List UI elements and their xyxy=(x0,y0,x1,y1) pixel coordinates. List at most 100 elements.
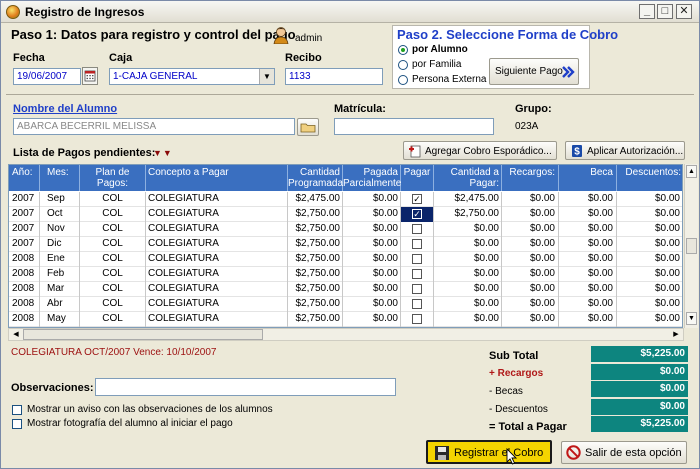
cell-pagar[interactable] xyxy=(401,312,434,327)
cell-cantidad: $0.00 xyxy=(434,267,502,282)
table-row[interactable]: 2008 Ene COL COLEGIATURA $2,750.00 $0.00 $0.00… xyxy=(9,252,682,267)
cell-pagar[interactable] xyxy=(401,222,434,237)
checkbox-icon[interactable] xyxy=(412,299,422,309)
col-parcial[interactable]: Pagada Parcialmente xyxy=(343,165,401,191)
cell-mes: Dic xyxy=(40,237,80,252)
cell-pagar[interactable] xyxy=(401,297,434,312)
cell-mes: Mar xyxy=(40,282,80,297)
add-document-icon xyxy=(408,144,422,161)
cell-programada: $2,750.00 xyxy=(288,297,343,312)
hscroll-thumb[interactable] xyxy=(23,329,263,340)
cell-descuentos: $0.00 xyxy=(617,282,682,297)
cell-cantidad: $0.00 xyxy=(434,282,502,297)
radio-por-familia[interactable] xyxy=(398,60,408,70)
checkbox-icon[interactable] xyxy=(412,224,422,234)
cell-anio: 2008 xyxy=(9,312,40,327)
agregar-cobro-button[interactable]: Agregar Cobro Esporádico... xyxy=(403,141,557,160)
scroll-left-icon[interactable]: ◀ xyxy=(10,329,22,340)
scroll-right-icon[interactable]: ▶ xyxy=(670,329,682,340)
col-plan[interactable]: Plan de Pagos: xyxy=(80,165,146,191)
nombre-alumno-input[interactable]: ABARCA BECERRIL MELISSA xyxy=(13,118,295,135)
checked-checkbox-icon[interactable]: ✓ xyxy=(412,209,422,219)
scroll-up-icon[interactable]: ▲ xyxy=(686,165,697,178)
mouse-cursor-icon xyxy=(506,447,518,468)
table-row[interactable]: 2008 Feb COL COLEGIATURA $2,750.00 $0.00 $0.00… xyxy=(9,267,682,282)
recibo-input[interactable]: 1133 xyxy=(285,68,383,85)
checked-checkbox-icon[interactable]: ✓ xyxy=(412,194,422,204)
checkbox-icon[interactable] xyxy=(412,314,422,324)
checkbox-aviso[interactable] xyxy=(12,405,22,415)
registrar-cobro-button[interactable]: Registrar el Cobro xyxy=(426,440,552,465)
cell-anio: 2007 xyxy=(9,222,40,237)
cell-pagar[interactable] xyxy=(401,267,434,282)
col-recargos[interactable]: Recargos: xyxy=(502,165,559,191)
col-beca[interactable]: Beca xyxy=(559,165,617,191)
descuentos-value: $0.00 xyxy=(591,399,688,415)
col-pagar[interactable]: Pagar xyxy=(401,165,434,191)
col-anio[interactable]: Año: xyxy=(9,165,40,191)
minimize-icon[interactable]: _ xyxy=(639,4,655,19)
cell-anio: 2007 xyxy=(9,192,40,207)
cell-descuentos: $0.00 xyxy=(617,252,682,267)
table-row[interactable]: 2007 Oct COL COLEGIATURA $2,750.00 $0.00 ✓ $2,7… xyxy=(9,207,682,222)
cell-pagar[interactable] xyxy=(401,237,434,252)
cell-pagar[interactable] xyxy=(401,282,434,297)
cell-programada: $2,750.00 xyxy=(288,312,343,327)
close-icon[interactable]: ✕ xyxy=(676,4,692,19)
calendar-icon[interactable] xyxy=(82,67,98,85)
checkbox-icon[interactable] xyxy=(412,284,422,294)
aplicar-autorizacion-button[interactable]: $ Aplicar Autorización... xyxy=(565,141,685,160)
cell-recargos: $0.00 xyxy=(502,297,559,312)
col-descuentos[interactable]: Descuentos: xyxy=(617,165,682,191)
matricula-input[interactable] xyxy=(334,118,494,135)
col-programada[interactable]: Cantidad Programada xyxy=(288,165,343,191)
cell-programada: $2,750.00 xyxy=(288,207,343,222)
scroll-thumb[interactable] xyxy=(686,238,697,254)
save-icon xyxy=(434,445,450,464)
cell-recargos: $0.00 xyxy=(502,252,559,267)
collapse-arrows-icon[interactable]: ▼▼ xyxy=(153,148,173,158)
chevron-down-icon[interactable]: ▼ xyxy=(259,69,274,84)
cell-pagar[interactable]: ✓ xyxy=(401,207,434,222)
cell-pagar[interactable]: ✓ xyxy=(401,192,434,207)
table-row[interactable]: 2007 Dic COL COLEGIATURA $2,750.00 $0.00 $0.00… xyxy=(9,237,682,252)
fecha-input[interactable]: 19/06/2007 xyxy=(13,68,81,85)
salir-button[interactable]: Salir de esta opción xyxy=(561,441,687,464)
aplicar-autorizacion-label: Aplicar Autorización... xyxy=(587,146,684,157)
horizontal-scrollbar[interactable]: ◀ ▶ xyxy=(8,328,684,341)
table-row[interactable]: 2007 Nov COL COLEGIATURA $2,750.00 $0.00 $0.00… xyxy=(9,222,682,237)
radio-persona-externa[interactable] xyxy=(398,75,408,85)
table-row[interactable]: 2008 Abr COL COLEGIATURA $2,750.00 $0.00 $0.00… xyxy=(9,297,682,312)
cell-mes: Oct xyxy=(40,207,80,222)
table-row[interactable]: 2008 Mar COL COLEGIATURA $2,750.00 $0.00 $0.00… xyxy=(9,282,682,297)
cell-programada: $2,750.00 xyxy=(288,282,343,297)
cell-parcial: $0.00 xyxy=(343,312,401,327)
checkbox-icon[interactable] xyxy=(412,269,422,279)
siguiente-pago-button[interactable]: Siguiente Pago xyxy=(489,58,579,85)
cell-mes: Abr xyxy=(40,297,80,312)
descuentos-label: - Descuentos xyxy=(489,404,548,415)
cell-mes: Feb xyxy=(40,267,80,282)
maximize-icon[interactable]: □ xyxy=(657,4,673,19)
checkbox-icon[interactable] xyxy=(412,239,422,249)
table-row[interactable]: 2008 May COL COLEGIATURA $2,750.00 $0.00 $0.00… xyxy=(9,312,682,327)
col-mes[interactable]: Mes: xyxy=(40,165,80,191)
cell-anio: 2007 xyxy=(9,207,40,222)
observaciones-input[interactable] xyxy=(95,378,396,396)
cell-programada: $2,750.00 xyxy=(288,267,343,282)
cell-mes: Nov xyxy=(40,222,80,237)
window-title: Registro de Ingresos xyxy=(25,5,145,19)
table-row[interactable]: 2007 Sep COL COLEGIATURA $2,475.00 $0.00 ✓ $2,4… xyxy=(9,192,682,207)
checkbox-icon[interactable] xyxy=(412,254,422,264)
col-cantidad[interactable]: Cantidad a Pagar: xyxy=(434,165,502,191)
search-student-button[interactable] xyxy=(297,118,319,136)
col-concepto[interactable]: Concepto a Pagar xyxy=(146,165,288,191)
vertical-scrollbar[interactable]: ▲ ▼ xyxy=(684,164,698,328)
cell-concepto: COLEGIATURA xyxy=(146,297,288,312)
cell-pagar[interactable] xyxy=(401,252,434,267)
scroll-down-icon[interactable]: ▼ xyxy=(686,312,697,325)
checkbox-fotografia[interactable] xyxy=(12,419,22,429)
observaciones-label: Observaciones: xyxy=(11,382,94,394)
caja-select[interactable]: 1-CAJA GENERAL xyxy=(109,68,275,85)
radio-por-alumno[interactable] xyxy=(398,45,408,55)
